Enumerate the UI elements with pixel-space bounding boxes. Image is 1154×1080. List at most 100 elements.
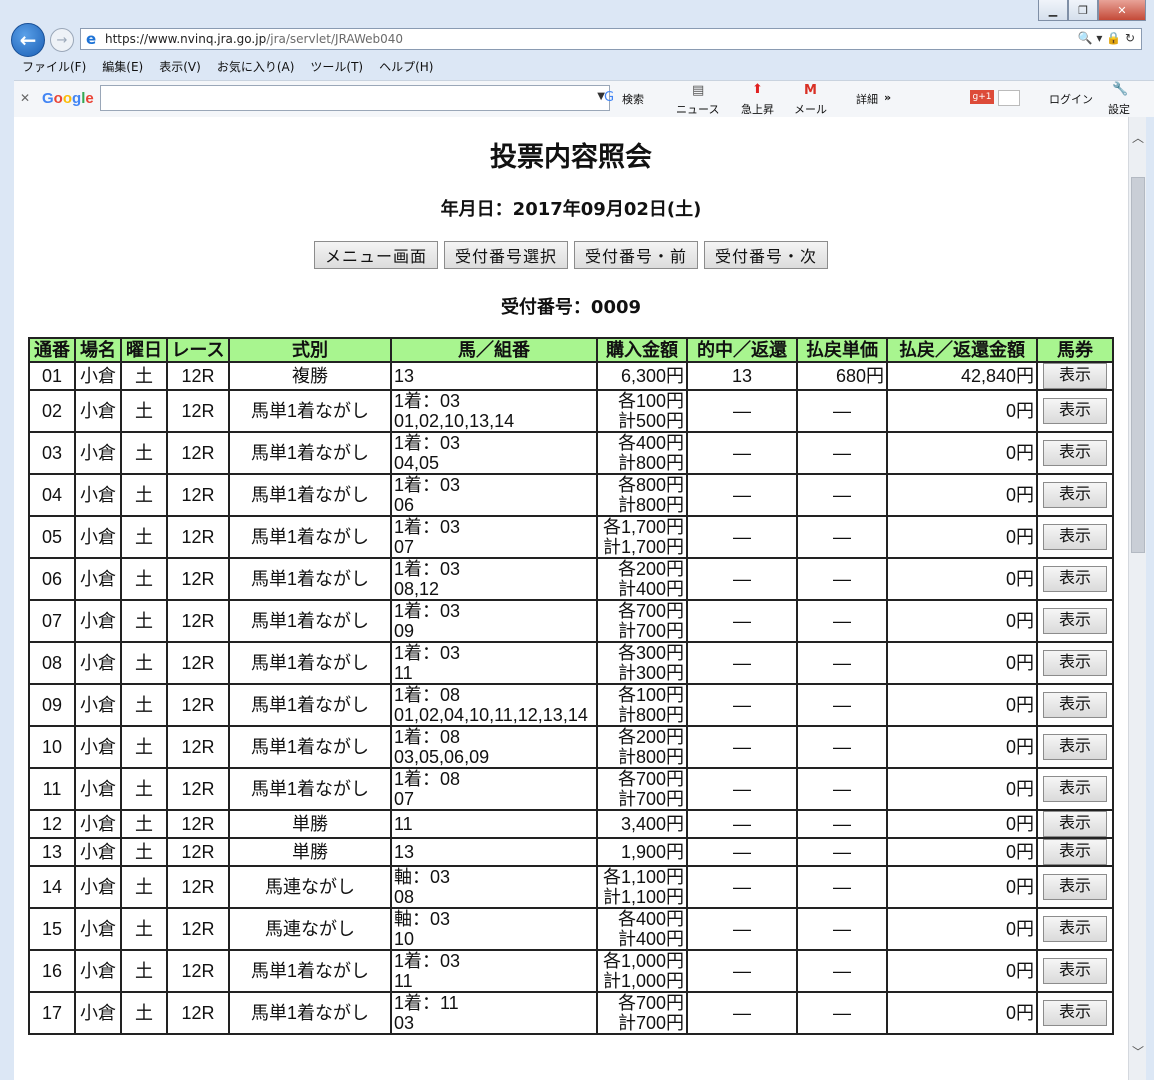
cell-serial: 17 <box>28 991 76 1035</box>
cell-ticket: 表示 <box>1036 725 1114 769</box>
settings-button[interactable]: 設定 <box>1108 101 1130 117</box>
view-ticket-button[interactable]: 表示 <box>1043 482 1107 508</box>
cell-hit: — <box>686 389 798 433</box>
cell-unit-price: — <box>796 767 888 811</box>
google-plus-icon[interactable]: g+1 <box>970 90 994 104</box>
close-icon[interactable]: ✕ <box>1098 0 1146 21</box>
cell-race: 12R <box>166 431 230 475</box>
details-button[interactable]: 詳細 <box>856 91 878 107</box>
cell-venue: 小倉 <box>74 431 122 475</box>
cell-venue: 小倉 <box>74 683 122 727</box>
cell-unit-price: — <box>796 991 888 1035</box>
forward-button[interactable]: → <box>50 28 74 52</box>
cell-ticket: 表示 <box>1036 809 1114 839</box>
table-row: 10 小倉土 12R 馬単1着ながし 1着：08 03,05,06,09 各200円 計800… <box>28 725 1114 769</box>
menu-help[interactable]: ヘルプ(H) <box>371 58 441 78</box>
view-ticket-button[interactable]: 表示 <box>1043 916 1107 942</box>
cell-race: 12R <box>166 361 230 391</box>
vertical-scrollbar[interactable]: ︿ ﹀ <box>1128 117 1147 1080</box>
prev-receipt-button[interactable]: 受付番号・前 <box>574 241 699 269</box>
view-ticket-button[interactable]: 表示 <box>1043 440 1107 466</box>
cell-amount: 各800円 計800円 <box>596 473 688 517</box>
cell-unit-price: — <box>796 557 888 601</box>
scroll-down-icon[interactable]: ﹀ <box>1132 1043 1144 1060</box>
address-bar[interactable]: e https://www.nvinq.jra.go.jp/jra/servle… <box>80 28 1142 50</box>
menu-screen-button[interactable]: メニュー画面 <box>314 241 439 269</box>
menu-edit[interactable]: 編集(E) <box>94 58 151 78</box>
view-ticket-button[interactable]: 表示 <box>1043 1000 1107 1026</box>
page-content: 投票内容照会 年月日：2017年09月02日(土) メニュー画面 受付番号選択 … <box>14 117 1128 1080</box>
view-ticket-button[interactable]: 表示 <box>1043 608 1107 634</box>
cell-ticket: 表示 <box>1036 683 1114 727</box>
cell-hit: — <box>686 683 798 727</box>
cell-bet-type: 複勝 <box>228 361 392 391</box>
cell-venue: 小倉 <box>74 865 122 909</box>
mail-button[interactable]: メール <box>794 101 827 117</box>
view-ticket-button[interactable]: 表示 <box>1043 692 1107 718</box>
cell-unit-price: — <box>796 865 888 909</box>
minimize-icon[interactable]: ▁ <box>1038 0 1068 21</box>
cell-venue: 小倉 <box>74 515 122 559</box>
cell-unit-price: — <box>796 725 888 769</box>
cell-combination: 1着：03 08,12 <box>390 557 598 601</box>
cell-payout: 0円 <box>886 431 1038 475</box>
date-line: 年月日：2017年09月02日(土) <box>440 199 702 220</box>
col-serial: 通番 <box>28 337 76 363</box>
toolbar-close-icon[interactable]: ✕ <box>20 91 30 105</box>
view-ticket-button[interactable]: 表示 <box>1043 874 1107 900</box>
scroll-up-icon[interactable]: ︿ <box>1132 129 1144 146</box>
cell-combination: 1着：08 01,02,04,10,11,12,13,14 <box>390 683 598 727</box>
cell-amount: 各700円 計700円 <box>596 767 688 811</box>
cell-unit-price: — <box>796 837 888 867</box>
cell-bet-type: 馬単1着ながし <box>228 389 392 433</box>
menu-file[interactable]: ファイル(F) <box>14 58 94 78</box>
view-ticket-button[interactable]: 表示 <box>1043 398 1107 424</box>
login-button[interactable]: ログイン <box>1049 91 1093 107</box>
google-search-input[interactable]: ▼ <box>100 85 610 111</box>
cell-hit: — <box>686 991 798 1035</box>
col-hit: 的中／返還 <box>686 337 798 363</box>
cell-hit: — <box>686 949 798 993</box>
cell-day: 土 <box>120 725 168 769</box>
cell-serial: 08 <box>28 641 76 685</box>
cell-serial: 04 <box>28 473 76 517</box>
cell-race: 12R <box>166 837 230 867</box>
cell-race: 12R <box>166 725 230 769</box>
cell-venue: 小倉 <box>74 361 122 391</box>
cell-race: 12R <box>166 641 230 685</box>
select-receipt-button[interactable]: 受付番号選択 <box>444 241 569 269</box>
address-tools[interactable]: 🔍 ▾ 🔒 ↻ <box>1078 31 1135 45</box>
cell-day: 土 <box>120 767 168 811</box>
view-ticket-button[interactable]: 表示 <box>1043 811 1107 837</box>
cell-combination: 1着：03 11 <box>390 641 598 685</box>
search-button[interactable]: 検索 <box>622 91 644 107</box>
cell-payout: 0円 <box>886 767 1038 811</box>
view-ticket-button[interactable]: 表示 <box>1043 776 1107 802</box>
view-ticket-button[interactable]: 表示 <box>1043 524 1107 550</box>
view-ticket-button[interactable]: 表示 <box>1043 650 1107 676</box>
more-chevron-icon[interactable]: » <box>884 91 891 104</box>
cell-unit-price: — <box>796 431 888 475</box>
cell-race: 12R <box>166 389 230 433</box>
news-button[interactable]: ニュース <box>676 101 719 117</box>
back-button[interactable]: ← <box>11 23 45 57</box>
cell-bet-type: 馬単1着ながし <box>228 515 392 559</box>
trending-button[interactable]: 急上昇 <box>741 101 774 117</box>
view-ticket-button[interactable]: 表示 <box>1043 734 1107 760</box>
next-receipt-button[interactable]: 受付番号・次 <box>704 241 829 269</box>
menu-view[interactable]: 表示(V) <box>151 58 209 78</box>
google-toolbar: ✕ Google ▼ G 検索 ▤ ニュース ⬆ 急上昇 M メール 詳細 » … <box>14 80 1154 117</box>
view-ticket-button[interactable]: 表示 <box>1043 363 1107 389</box>
view-ticket-button[interactable]: 表示 <box>1043 839 1107 865</box>
cell-bet-type: 馬単1着ながし <box>228 431 392 475</box>
cell-combination: 1着：11 03 <box>390 991 598 1035</box>
view-ticket-button[interactable]: 表示 <box>1043 566 1107 592</box>
menu-tools[interactable]: ツール(T) <box>302 58 371 78</box>
cell-serial: 03 <box>28 431 76 475</box>
view-ticket-button[interactable]: 表示 <box>1043 958 1107 984</box>
scrollbar-thumb[interactable] <box>1131 177 1145 553</box>
cell-ticket: 表示 <box>1036 557 1114 601</box>
menu-favorites[interactable]: お気に入り(A) <box>209 58 303 78</box>
maximize-icon[interactable]: ❐ <box>1068 0 1098 21</box>
cell-day: 土 <box>120 515 168 559</box>
